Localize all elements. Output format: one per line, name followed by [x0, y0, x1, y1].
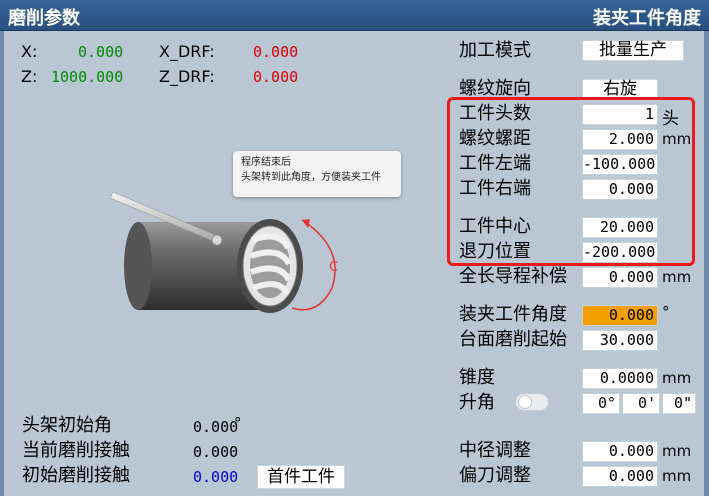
- mode-select[interactable]: 批量生产: [582, 40, 684, 61]
- callout-line-2: 头架转到此角度，方便装夹工件: [241, 172, 381, 183]
- face-start-field[interactable]: 30.000: [582, 330, 658, 351]
- starts-field[interactable]: 1: [582, 104, 658, 125]
- frame-left: [0, 31, 4, 496]
- clamp-angle-label: 装夹工件角度: [459, 304, 567, 325]
- right-end-label: 工件右端: [459, 178, 531, 199]
- xdrf-label: X_DRF:: [159, 42, 215, 61]
- mode-label: 加工模式: [459, 40, 531, 61]
- lift-min-field[interactable]: 0': [622, 393, 660, 414]
- left-end-label: 工件左端: [459, 153, 531, 174]
- z-axis-label: Z:: [21, 67, 38, 86]
- clamp-angle-field[interactable]: 0.000: [582, 305, 658, 326]
- lift-angle-toggle[interactable]: [515, 393, 549, 411]
- lead-comp-unit: mm: [662, 268, 692, 286]
- taper-field[interactable]: 0.0000: [582, 368, 658, 389]
- pitch-unit: mm: [662, 130, 692, 148]
- pitch-dia-unit: mm: [662, 442, 692, 460]
- pitch-label: 螺纹螺距: [459, 128, 531, 149]
- retract-label: 退刀位置: [459, 241, 531, 262]
- left-end-field[interactable]: -100.000: [582, 154, 658, 175]
- lead-comp-label: 全长导程补偿: [459, 266, 567, 287]
- first-piece-button[interactable]: 首件工件: [257, 465, 345, 489]
- cur-contact-label: 当前磨削接触: [22, 440, 130, 461]
- center-field[interactable]: 20.000: [582, 217, 658, 238]
- page-title: 磨削参数: [8, 8, 80, 29]
- rotation-c-label: C: [329, 260, 338, 275]
- taper-unit: mm: [662, 369, 692, 387]
- callout-line-1: 程序结束后: [241, 157, 291, 168]
- zdrf-label: Z_DRF:: [159, 67, 215, 86]
- face-start-label: 台面磨削起始: [459, 329, 567, 350]
- current-field-title: 装夹工件角度: [593, 8, 701, 29]
- xdrf-value: 0.000: [253, 43, 299, 61]
- head-init-unit: °: [234, 414, 242, 432]
- offset-unit: mm: [662, 467, 692, 485]
- title-bar: 磨削参数 装夹工件角度: [0, 0, 709, 31]
- lead-comp-field[interactable]: 0.000: [582, 267, 658, 288]
- pitch-field[interactable]: 2.000: [582, 129, 658, 150]
- starts-unit: 头: [662, 109, 679, 129]
- clamp-angle-unit: °: [662, 303, 670, 321]
- zdrf-value: 0.000: [253, 68, 299, 86]
- init-contact-value: 0.000: [193, 468, 239, 486]
- lift-sec-field[interactable]: 0": [662, 393, 696, 414]
- lift-angle-label: 升角: [459, 392, 495, 413]
- z-axis-value: 1000.000: [51, 68, 124, 86]
- x-axis-value: 0.000: [78, 43, 124, 61]
- x-axis-label: X:: [21, 42, 38, 61]
- taper-label: 锥度: [459, 367, 495, 388]
- right-end-field[interactable]: 0.000: [582, 179, 658, 200]
- init-contact-label: 初始磨削接触: [22, 465, 130, 486]
- center-label: 工件中心: [459, 216, 531, 237]
- lift-deg-field[interactable]: 0°: [582, 393, 620, 414]
- head-init-label: 头架初始角: [22, 415, 112, 436]
- pitch-dia-field[interactable]: 0.000: [582, 441, 658, 462]
- frame-right: [704, 31, 709, 496]
- callout-tooltip: 程序结束后 头架转到此角度，方便装夹工件: [233, 151, 401, 197]
- starts-label: 工件头数: [459, 103, 531, 124]
- cur-contact-value: 0.000: [193, 443, 239, 461]
- head-init-value: 0.000: [193, 418, 239, 436]
- pitch-dia-label: 中径调整: [459, 440, 531, 461]
- toggle-knob: [518, 395, 532, 409]
- offset-field[interactable]: 0.000: [582, 466, 658, 487]
- offset-label: 偏刀调整: [459, 465, 531, 486]
- retract-field[interactable]: -200.000: [582, 242, 658, 263]
- cylinder-face: [237, 219, 303, 313]
